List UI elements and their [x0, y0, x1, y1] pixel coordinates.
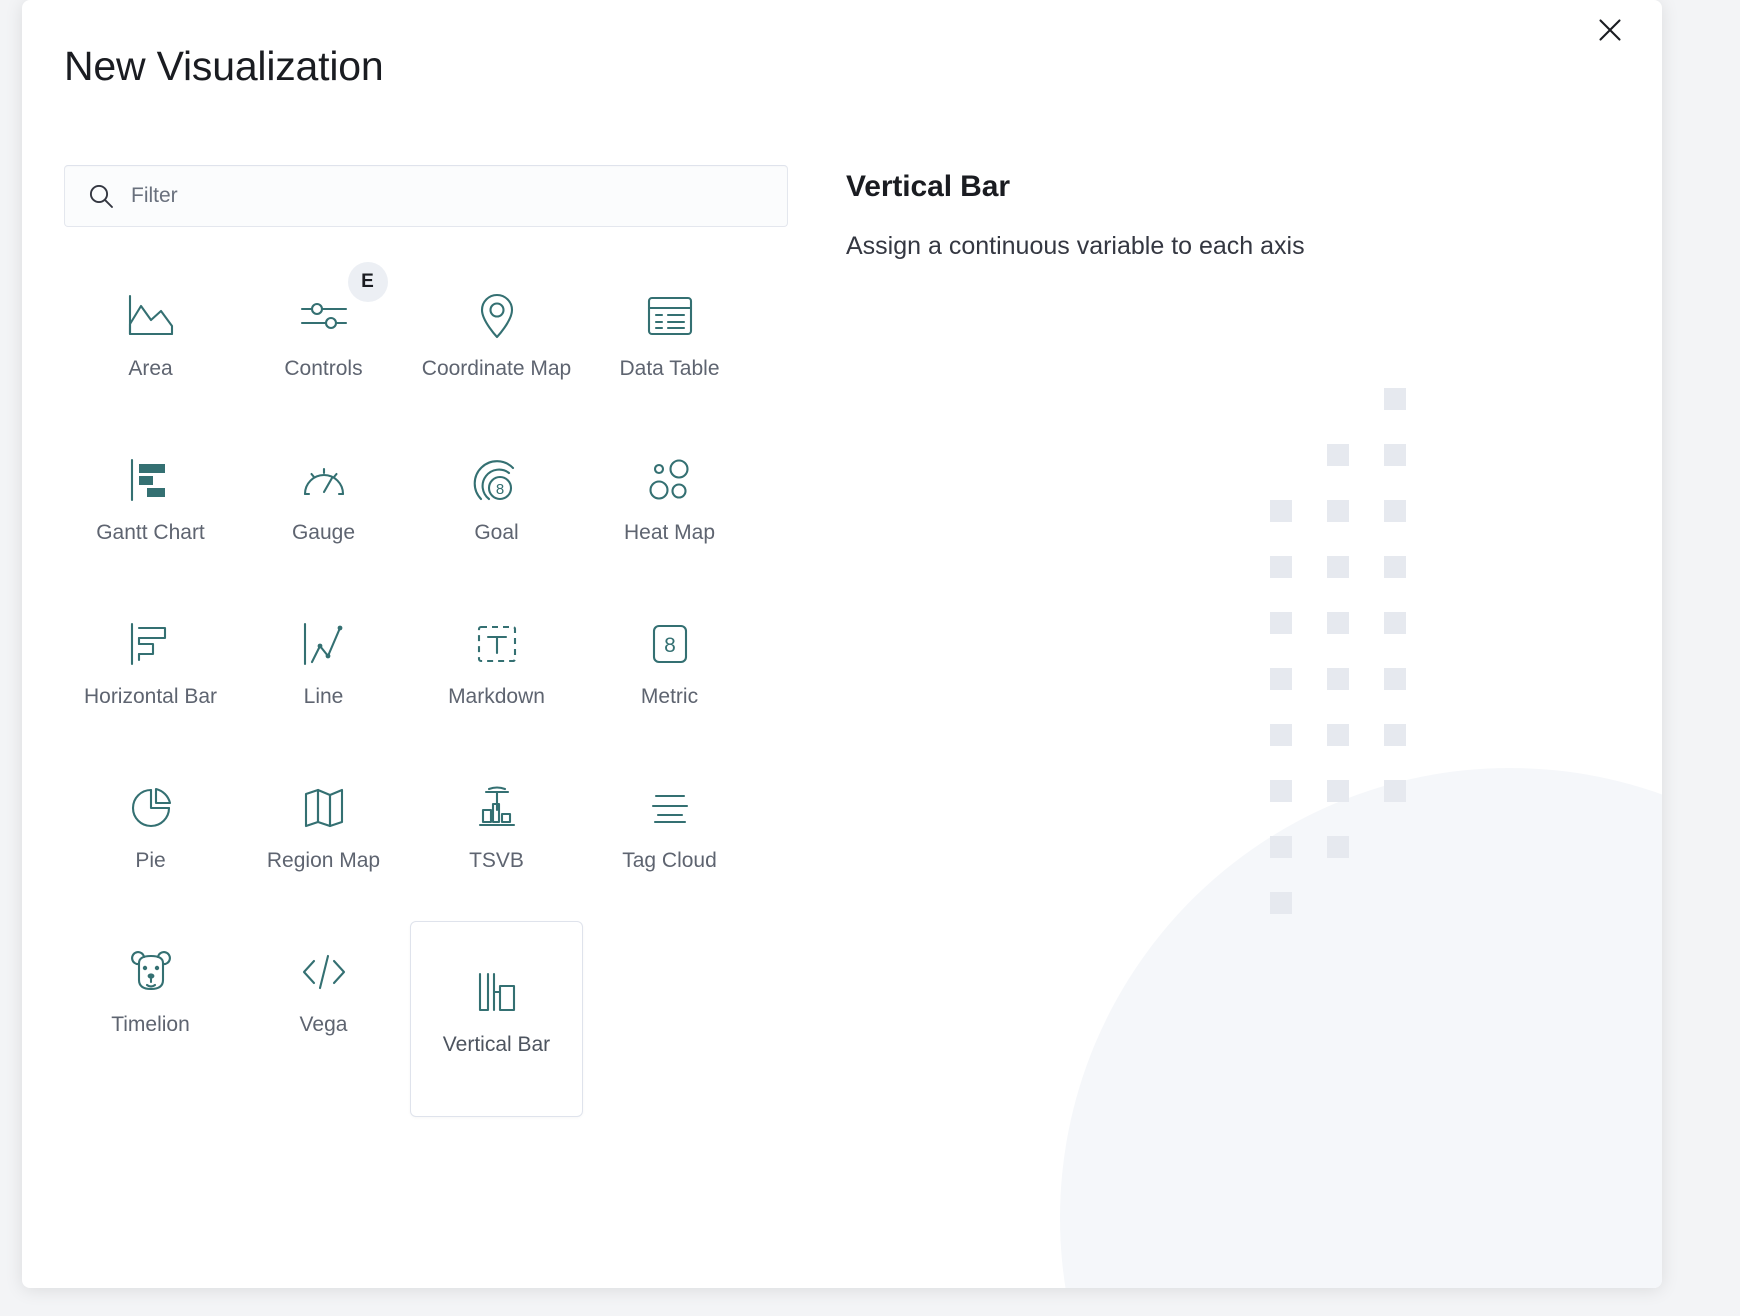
gantt-chart-icon	[123, 452, 179, 508]
viz-type-card-horizontal-bar[interactable]: Horizontal Bar	[64, 593, 237, 753]
pie-chart-icon	[123, 780, 179, 836]
detail-title: Vertical Bar	[846, 170, 1622, 204]
viz-type-label: Coordinate Map	[422, 356, 571, 383]
viz-type-card-area[interactable]: Area	[64, 265, 237, 425]
close-button[interactable]	[1588, 8, 1632, 52]
viz-type-card-pie[interactable]: Pie	[64, 757, 237, 917]
viz-type-label: Metric	[641, 684, 698, 711]
viz-picker-column: Area E Controls Coordinate Map Data Table Gan…	[22, 140, 832, 1288]
viz-type-label: Gauge	[292, 520, 355, 547]
new-visualization-modal: New Visualization Area E Controls Coordinat…	[22, 0, 1662, 1288]
viz-type-card-vega[interactable]: Vega	[237, 921, 410, 1117]
viz-detail-panel: Vertical Bar Assign a continuous variabl…	[832, 140, 1662, 1288]
viz-type-label: Data Table	[619, 356, 719, 383]
metric-icon: 8	[642, 616, 698, 672]
region-map-icon	[296, 780, 352, 836]
line-chart-icon	[296, 616, 352, 672]
vertical-bar-icon	[469, 964, 525, 1020]
screen: New Visualization Area E Controls Coordinat…	[0, 0, 1740, 1316]
viz-type-card-gauge[interactable]: Gauge	[237, 429, 410, 589]
viz-type-card-data-table[interactable]: Data Table	[583, 265, 756, 425]
viz-type-card-coordinate-map[interactable]: Coordinate Map	[410, 265, 583, 425]
page-title: New Visualization	[64, 42, 383, 91]
search-input[interactable]	[65, 166, 787, 226]
viz-type-label: Heat Map	[624, 520, 715, 547]
viz-type-card-region-map[interactable]: Region Map	[237, 757, 410, 917]
viz-type-card-gantt-chart[interactable]: Gantt Chart	[64, 429, 237, 589]
map-pin-icon	[469, 288, 525, 344]
filter-field[interactable]	[64, 165, 788, 227]
svg-text:8: 8	[495, 481, 503, 498]
heat-map-icon	[642, 452, 698, 508]
viz-type-label: Vertical Bar	[443, 1032, 550, 1059]
viz-type-card-metric[interactable]: 8 Metric	[583, 593, 756, 753]
viz-type-card-timelion[interactable]: Timelion	[64, 921, 237, 1117]
viz-type-label: Pie	[135, 848, 165, 875]
search-icon	[87, 182, 115, 210]
viz-type-card-vertical-bar[interactable]: Vertical Bar	[410, 921, 583, 1117]
viz-type-label: Gantt Chart	[96, 520, 205, 547]
horizontal-bar-icon	[123, 616, 179, 672]
viz-type-card-tag-cloud[interactable]: Tag Cloud	[583, 757, 756, 917]
viz-type-label: Horizontal Bar	[84, 684, 217, 711]
viz-type-card-tsvb[interactable]: TSVB	[410, 757, 583, 917]
experimental-badge: E	[348, 262, 388, 302]
viz-type-card-goal[interactable]: 8 Goal	[410, 429, 583, 589]
viz-type-label: Markdown	[448, 684, 545, 711]
viz-type-label: Tag Cloud	[622, 848, 717, 875]
viz-type-label: Line	[304, 684, 344, 711]
controls-icon: E	[296, 288, 352, 344]
viz-type-card-markdown[interactable]: Markdown	[410, 593, 583, 753]
viz-type-label: Controls	[284, 356, 362, 383]
data-table-icon	[642, 288, 698, 344]
viz-type-label: TSVB	[469, 848, 524, 875]
tsvb-icon	[469, 780, 525, 836]
viz-type-label: Region Map	[267, 848, 380, 875]
area-chart-icon	[123, 288, 179, 344]
vega-code-icon	[296, 944, 352, 1000]
viz-type-card-line[interactable]: Line	[237, 593, 410, 753]
viz-type-label: Goal	[474, 520, 518, 547]
gauge-icon	[296, 452, 352, 508]
viz-type-card-heat-map[interactable]: Heat Map	[583, 429, 756, 589]
markdown-icon	[469, 616, 525, 672]
viz-type-label: Vega	[300, 1012, 348, 1039]
svg-text:8: 8	[664, 634, 676, 657]
viz-type-label: Timelion	[111, 1012, 190, 1039]
goal-icon: 8	[469, 452, 525, 508]
close-icon	[1597, 17, 1623, 43]
visualization-type-grid: Area E Controls Coordinate Map Data Table Gan…	[64, 265, 790, 1117]
viz-type-label: Area	[128, 356, 172, 383]
detail-description: Assign a continuous variable to each axi…	[846, 230, 1622, 264]
viz-type-card-controls[interactable]: E Controls	[237, 265, 410, 425]
tag-cloud-icon	[642, 780, 698, 836]
modal-body: Area E Controls Coordinate Map Data Table Gan…	[22, 140, 1662, 1288]
timelion-bear-icon	[123, 944, 179, 1000]
